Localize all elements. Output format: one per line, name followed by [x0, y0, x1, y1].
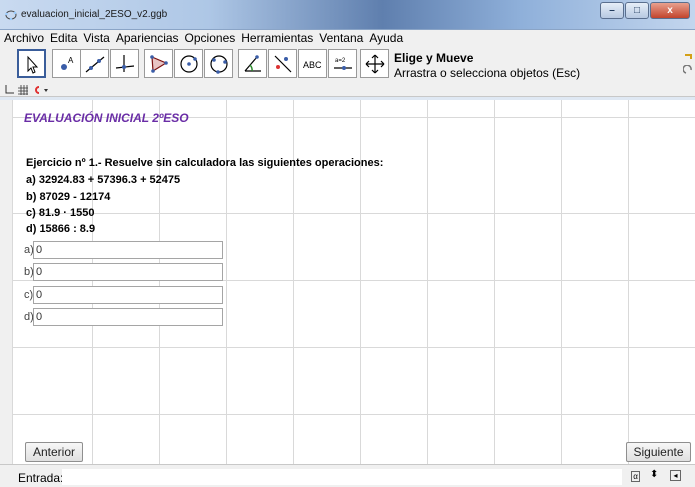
- answer-row-d: d): [24, 308, 223, 326]
- menu-edita[interactable]: Edita: [50, 31, 77, 45]
- answer-label-b: b): [24, 266, 34, 278]
- move-graphics-tool-button[interactable]: [360, 49, 389, 78]
- reflect-tool-button[interactable]: [268, 49, 297, 78]
- circle-tool-button[interactable]: [174, 49, 203, 78]
- cursor-arrow-icon: [27, 55, 39, 74]
- line-tool-button[interactable]: [80, 49, 109, 78]
- perpendicular-tool-button[interactable]: [110, 49, 139, 78]
- window-controls: – □ x: [599, 2, 690, 19]
- active-tool-title: Elige y Mueve: [394, 51, 474, 65]
- svg-text:A: A: [68, 56, 74, 65]
- answer-label-c: c): [24, 289, 34, 301]
- operation-b: b) 87029 - 12174: [26, 191, 111, 203]
- grid-toggle-icon[interactable]: [18, 85, 28, 95]
- circle-center-icon: [180, 55, 198, 73]
- menu-ventana[interactable]: Ventana: [319, 31, 363, 45]
- geogebra-app-icon: [5, 10, 17, 21]
- operation-c: c) 81.9 · 1550: [26, 207, 95, 219]
- input-help-icon[interactable]: ◂: [670, 470, 681, 481]
- page-heading: EVALUACIÓN INICIAL 2ºESO: [24, 111, 189, 125]
- minimize-button[interactable]: –: [600, 2, 624, 19]
- circle-three-points-icon: [210, 55, 228, 74]
- command-input[interactable]: [62, 469, 622, 485]
- line-icon: [85, 56, 105, 73]
- input-bar: Entrada: α ⬍ ◂: [0, 464, 695, 487]
- previous-button[interactable]: Anterior: [25, 442, 83, 462]
- window-title: evaluacion_inicial_2ESO_v2.ggb: [21, 9, 168, 20]
- polygon-tool-button[interactable]: [144, 49, 173, 78]
- undo-icon[interactable]: [683, 51, 693, 61]
- answer-input-a[interactable]: [33, 241, 223, 259]
- menu-ayuda[interactable]: Ayuda: [369, 31, 403, 45]
- answer-label-a: a): [24, 244, 34, 256]
- menu-archivo[interactable]: Archivo: [4, 31, 44, 45]
- answer-input-b[interactable]: [33, 263, 223, 281]
- input-bar-label: Entrada:: [18, 471, 64, 485]
- menu-apariencias[interactable]: Apariencias: [116, 31, 179, 45]
- text-icon: ABC: [303, 60, 322, 70]
- graphics-left-strip: [0, 100, 12, 464]
- maximize-button[interactable]: □: [625, 2, 649, 19]
- answer-label-d: d): [24, 311, 34, 323]
- toolbar: A ABC a=2: [0, 46, 695, 82]
- perpendicular-icon: [115, 55, 135, 72]
- conic-tool-button[interactable]: [204, 49, 233, 78]
- svg-text:a=2: a=2: [335, 58, 346, 64]
- color-picker-icon[interactable]: [33, 85, 49, 95]
- title-bar: evaluacion_inicial_2ESO_v2.ggb – □ x: [0, 0, 695, 30]
- point-icon: A: [61, 56, 74, 70]
- answer-row-a: a): [24, 241, 223, 259]
- exercise-title: Ejercicio nº 1.- Resuelve sin calculador…: [26, 157, 384, 169]
- history-updown-icon[interactable]: ⬍: [650, 469, 658, 480]
- menu-bar: Archivo Edita Vista Apariencias Opciones…: [0, 30, 695, 46]
- slider-icon: a=2: [334, 58, 352, 70]
- move-tool-button[interactable]: [17, 49, 46, 78]
- active-tool-description: Arrastra o selecciona objetos (Esc): [394, 66, 581, 80]
- menu-opciones[interactable]: Opciones: [185, 31, 236, 45]
- axes-toggle-icon[interactable]: [4, 85, 14, 95]
- polygon-icon: [150, 55, 168, 73]
- angle-tool-button[interactable]: [238, 49, 267, 78]
- point-tool-button[interactable]: A: [52, 49, 81, 78]
- graphics-view[interactable]: EVALUACIÓN INICIAL 2ºESO Ejercicio nº 1.…: [0, 100, 695, 464]
- next-button[interactable]: Siguiente: [626, 442, 691, 462]
- menu-herramientas[interactable]: Herramientas: [241, 31, 313, 45]
- svg-text:ABC: ABC: [303, 60, 322, 70]
- move-cross-icon: [365, 54, 385, 74]
- text-tool-button[interactable]: ABC: [298, 49, 327, 78]
- answer-row-b: b): [24, 263, 223, 281]
- operation-d: d) 15866 : 8.9: [26, 223, 96, 235]
- menu-vista[interactable]: Vista: [83, 31, 109, 45]
- style-bar: [0, 82, 695, 97]
- answer-input-c[interactable]: [33, 286, 223, 304]
- reflect-line-icon: [274, 55, 292, 73]
- symbol-table-icon[interactable]: α: [631, 471, 640, 482]
- angle-icon: [244, 55, 261, 72]
- operation-a: a) 32924.83 + 57396.3 + 52475: [26, 174, 181, 186]
- close-button[interactable]: x: [650, 2, 690, 19]
- slider-tool-button[interactable]: a=2: [328, 49, 357, 78]
- answer-row-c: c): [24, 286, 223, 304]
- answer-input-d[interactable]: [33, 308, 223, 326]
- redo-icon[interactable]: [683, 65, 693, 75]
